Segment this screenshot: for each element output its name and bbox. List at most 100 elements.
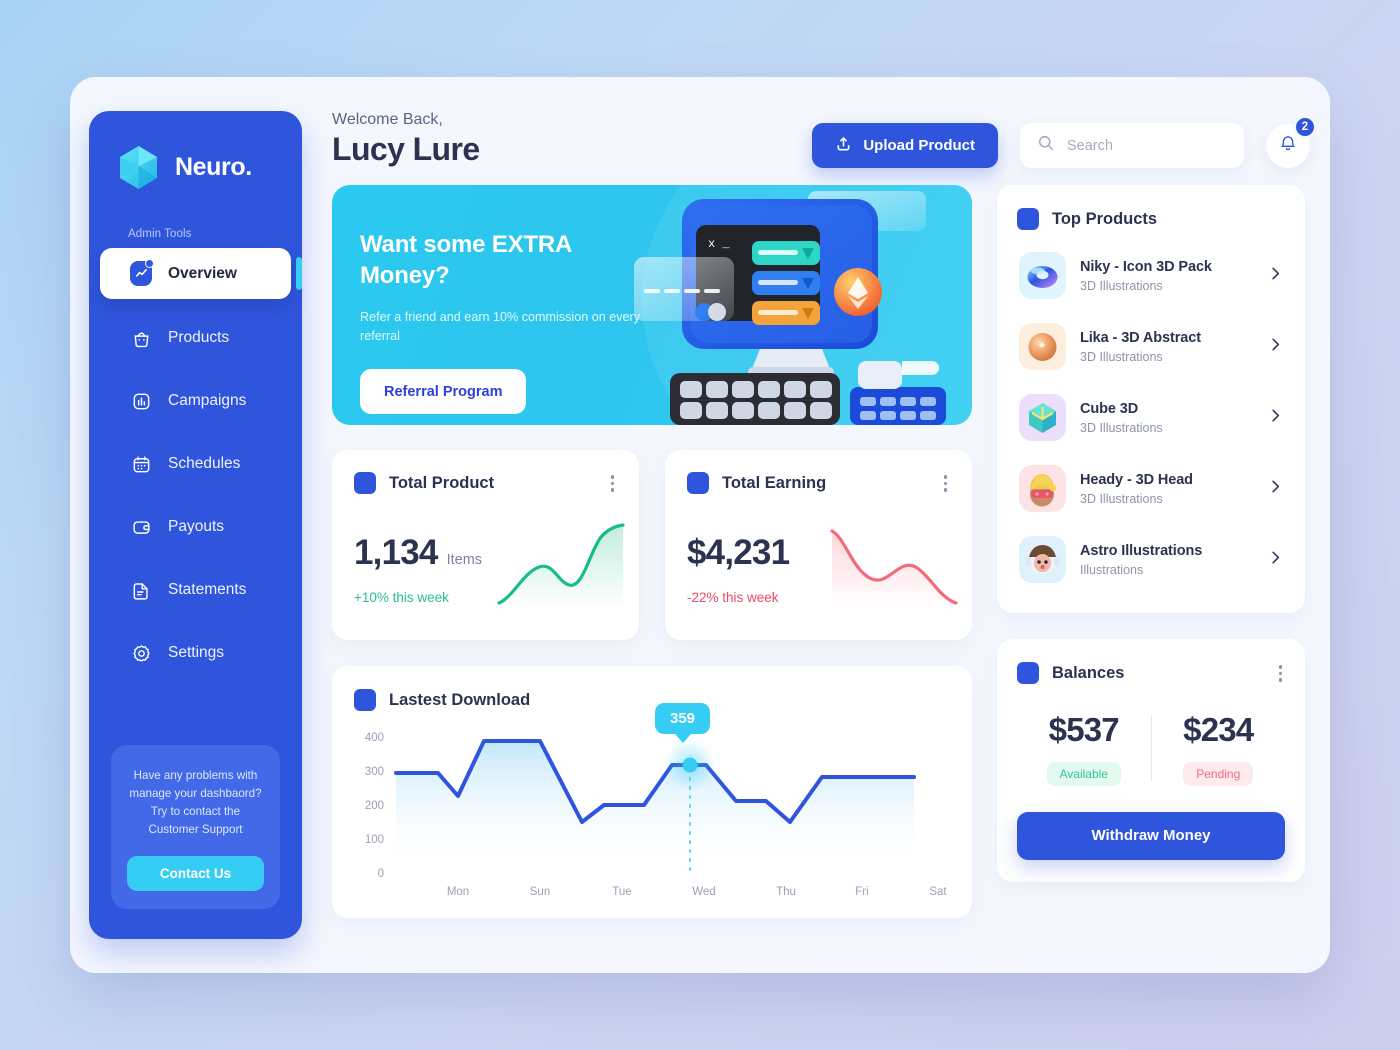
chevron-right-icon[interactable] bbox=[1268, 266, 1283, 286]
chevron-right-icon[interactable] bbox=[1268, 408, 1283, 428]
sidebar-item-label: Payouts bbox=[168, 518, 225, 535]
card-header: Top Products bbox=[1017, 208, 1285, 230]
cube-3d-thumb-icon bbox=[1019, 394, 1066, 441]
svg-text:Sun: Sun bbox=[530, 886, 550, 897]
balances-row: $537 Available $234 Pending bbox=[1017, 711, 1285, 786]
svg-text:x _: x _ bbox=[708, 237, 730, 251]
stat-value: 1,134 bbox=[354, 532, 438, 572]
product-list: Niky - Icon 3D Pack 3D Illustrations Lik… bbox=[1017, 240, 1285, 595]
brand: Neuro. bbox=[89, 111, 302, 194]
product-name: Heady - 3D Head bbox=[1080, 471, 1193, 488]
status-badge-pending: Pending bbox=[1183, 761, 1254, 786]
welcome-block: Welcome Back, Lucy Lure bbox=[332, 111, 480, 168]
chevron-right-icon[interactable] bbox=[1268, 550, 1283, 570]
more-options-icon[interactable] bbox=[608, 472, 618, 495]
contact-us-button[interactable]: Contact Us bbox=[127, 856, 264, 891]
bell-icon bbox=[1278, 133, 1298, 158]
svg-text:0: 0 bbox=[378, 868, 384, 880]
balances-card: Balances $537 Available $234 Pending Wit… bbox=[997, 639, 1305, 882]
sidebar-section-label: Admin Tools bbox=[128, 228, 192, 240]
card-chip-icon bbox=[687, 472, 709, 495]
product-name: Cube 3D bbox=[1080, 400, 1139, 417]
card-chip-icon bbox=[1017, 662, 1039, 685]
card-header: Total Product bbox=[354, 472, 617, 495]
total-earning-card: Total Earning $4,231 -22% this week bbox=[665, 450, 972, 640]
sidebar-item-campaigns[interactable]: Campaigns bbox=[100, 377, 291, 425]
download-area-chart: 400 300 200 100 0 Mon Sun Tue Wed Thu Fr… bbox=[354, 703, 950, 898]
referral-banner: Want some EXTRA Money? Refer a friend an… bbox=[332, 185, 972, 425]
product-category: 3D Illustrations bbox=[1080, 491, 1163, 506]
notifications: 2 bbox=[1266, 115, 1316, 168]
pending-balance: $234 Pending bbox=[1152, 711, 1286, 786]
calendar-icon bbox=[130, 453, 152, 475]
top-products-title: Top Products bbox=[1052, 209, 1158, 228]
chart-title: Lastest Download bbox=[389, 690, 531, 709]
topbar-actions: Upload Product Search 2 bbox=[812, 111, 1316, 168]
sidebar-item-settings[interactable]: Settings bbox=[100, 629, 291, 677]
card-header: Total Earning bbox=[687, 472, 950, 495]
stat-cards-row: Total Product 1,134 Items +10% this week bbox=[332, 450, 972, 640]
main-content: Welcome Back, Lucy Lure Upload Product S… bbox=[332, 111, 1316, 918]
list-item[interactable]: Cube 3D 3D Illustrations bbox=[1017, 382, 1285, 453]
sidebar-item-schedules[interactable]: Schedules bbox=[100, 440, 291, 488]
bag-icon bbox=[130, 327, 152, 349]
chevron-right-icon[interactable] bbox=[1268, 337, 1283, 357]
upload-icon bbox=[835, 135, 852, 156]
product-sparkline bbox=[497, 523, 625, 614]
product-category: Illustrations bbox=[1080, 562, 1144, 577]
list-item[interactable]: Heady - 3D Head 3D Illustrations bbox=[1017, 453, 1285, 524]
left-column: Want some EXTRA Money? Refer a friend an… bbox=[332, 185, 972, 918]
card-chip-icon bbox=[354, 689, 376, 711]
sidebar-item-label: Schedules bbox=[168, 455, 241, 472]
sidebar-item-products[interactable]: Products bbox=[100, 314, 291, 362]
head-3d-thumb-icon bbox=[1019, 465, 1066, 512]
sidebar-item-overview[interactable]: Overview bbox=[100, 248, 302, 299]
sidebar-item-statements[interactable]: Statements bbox=[100, 566, 291, 614]
right-column: Top Products Niky - Icon 3D Pack 3D Illu… bbox=[997, 185, 1305, 918]
product-text: Astro Illustrations Illustrations bbox=[1080, 543, 1202, 577]
more-options-icon[interactable] bbox=[1276, 662, 1286, 685]
upload-product-button[interactable]: Upload Product bbox=[812, 123, 998, 168]
svg-text:Sat: Sat bbox=[929, 886, 947, 897]
earning-sparkline bbox=[830, 523, 958, 614]
product-text: Lika - 3D Abstract 3D Illustrations bbox=[1080, 330, 1201, 364]
bar-chart-icon bbox=[130, 390, 152, 412]
status-badge-available: Available bbox=[1046, 761, 1121, 786]
sidebar: Neuro. Admin Tools Overview Products Cam… bbox=[89, 111, 302, 939]
card-header: Balances bbox=[1017, 662, 1285, 685]
search-input[interactable] bbox=[1067, 137, 1227, 154]
sidebar-item-payouts[interactable]: Payouts bbox=[100, 503, 291, 551]
product-text: Niky - Icon 3D Pack 3D Illustrations bbox=[1080, 259, 1212, 293]
product-name: Niky - Icon 3D Pack bbox=[1080, 258, 1212, 275]
product-text: Heady - 3D Head 3D Illustrations bbox=[1080, 472, 1193, 506]
support-text: Have any problems with manage your dashb… bbox=[129, 769, 262, 837]
topbar: Welcome Back, Lucy Lure Upload Product S… bbox=[332, 111, 1316, 183]
card-chip-icon bbox=[354, 472, 376, 495]
chart-tooltip-value: 359 bbox=[655, 703, 711, 734]
chevron-right-icon[interactable] bbox=[1268, 479, 1283, 499]
svg-text:400: 400 bbox=[365, 732, 384, 744]
dashboard-grid: Want some EXTRA Money? Refer a friend an… bbox=[332, 185, 1310, 918]
app-window: Neuro. Admin Tools Overview Products Cam… bbox=[70, 77, 1330, 973]
list-item[interactable]: Astro Illustrations Illustrations bbox=[1017, 524, 1285, 595]
sidebar-item-label: Products bbox=[168, 329, 230, 346]
svg-text:Mon: Mon bbox=[447, 886, 469, 897]
available-balance: $537 Available bbox=[1017, 711, 1151, 786]
list-item[interactable]: Lika - 3D Abstract 3D Illustrations bbox=[1017, 311, 1285, 382]
product-category: 3D Illustrations bbox=[1080, 278, 1163, 293]
sidebar-item-label: Statements bbox=[168, 581, 247, 598]
card-title: Total Product bbox=[389, 473, 495, 492]
list-item[interactable]: Niky - Icon 3D Pack 3D Illustrations bbox=[1017, 240, 1285, 311]
svg-text:Wed: Wed bbox=[692, 886, 715, 897]
wallet-icon bbox=[130, 516, 152, 538]
document-icon bbox=[130, 579, 152, 601]
product-category: 3D Illustrations bbox=[1080, 420, 1163, 435]
sphere-3d-thumb-icon bbox=[1019, 323, 1066, 370]
search-box[interactable] bbox=[1020, 123, 1244, 168]
sidebar-item-label: Campaigns bbox=[168, 392, 247, 409]
chart-square-icon bbox=[130, 259, 154, 286]
donut-3d-thumb-icon bbox=[1019, 252, 1066, 299]
referral-program-button[interactable]: Referral Program bbox=[360, 369, 527, 415]
withdraw-money-button[interactable]: Withdraw Money bbox=[1017, 811, 1285, 860]
more-options-icon[interactable] bbox=[941, 472, 951, 495]
